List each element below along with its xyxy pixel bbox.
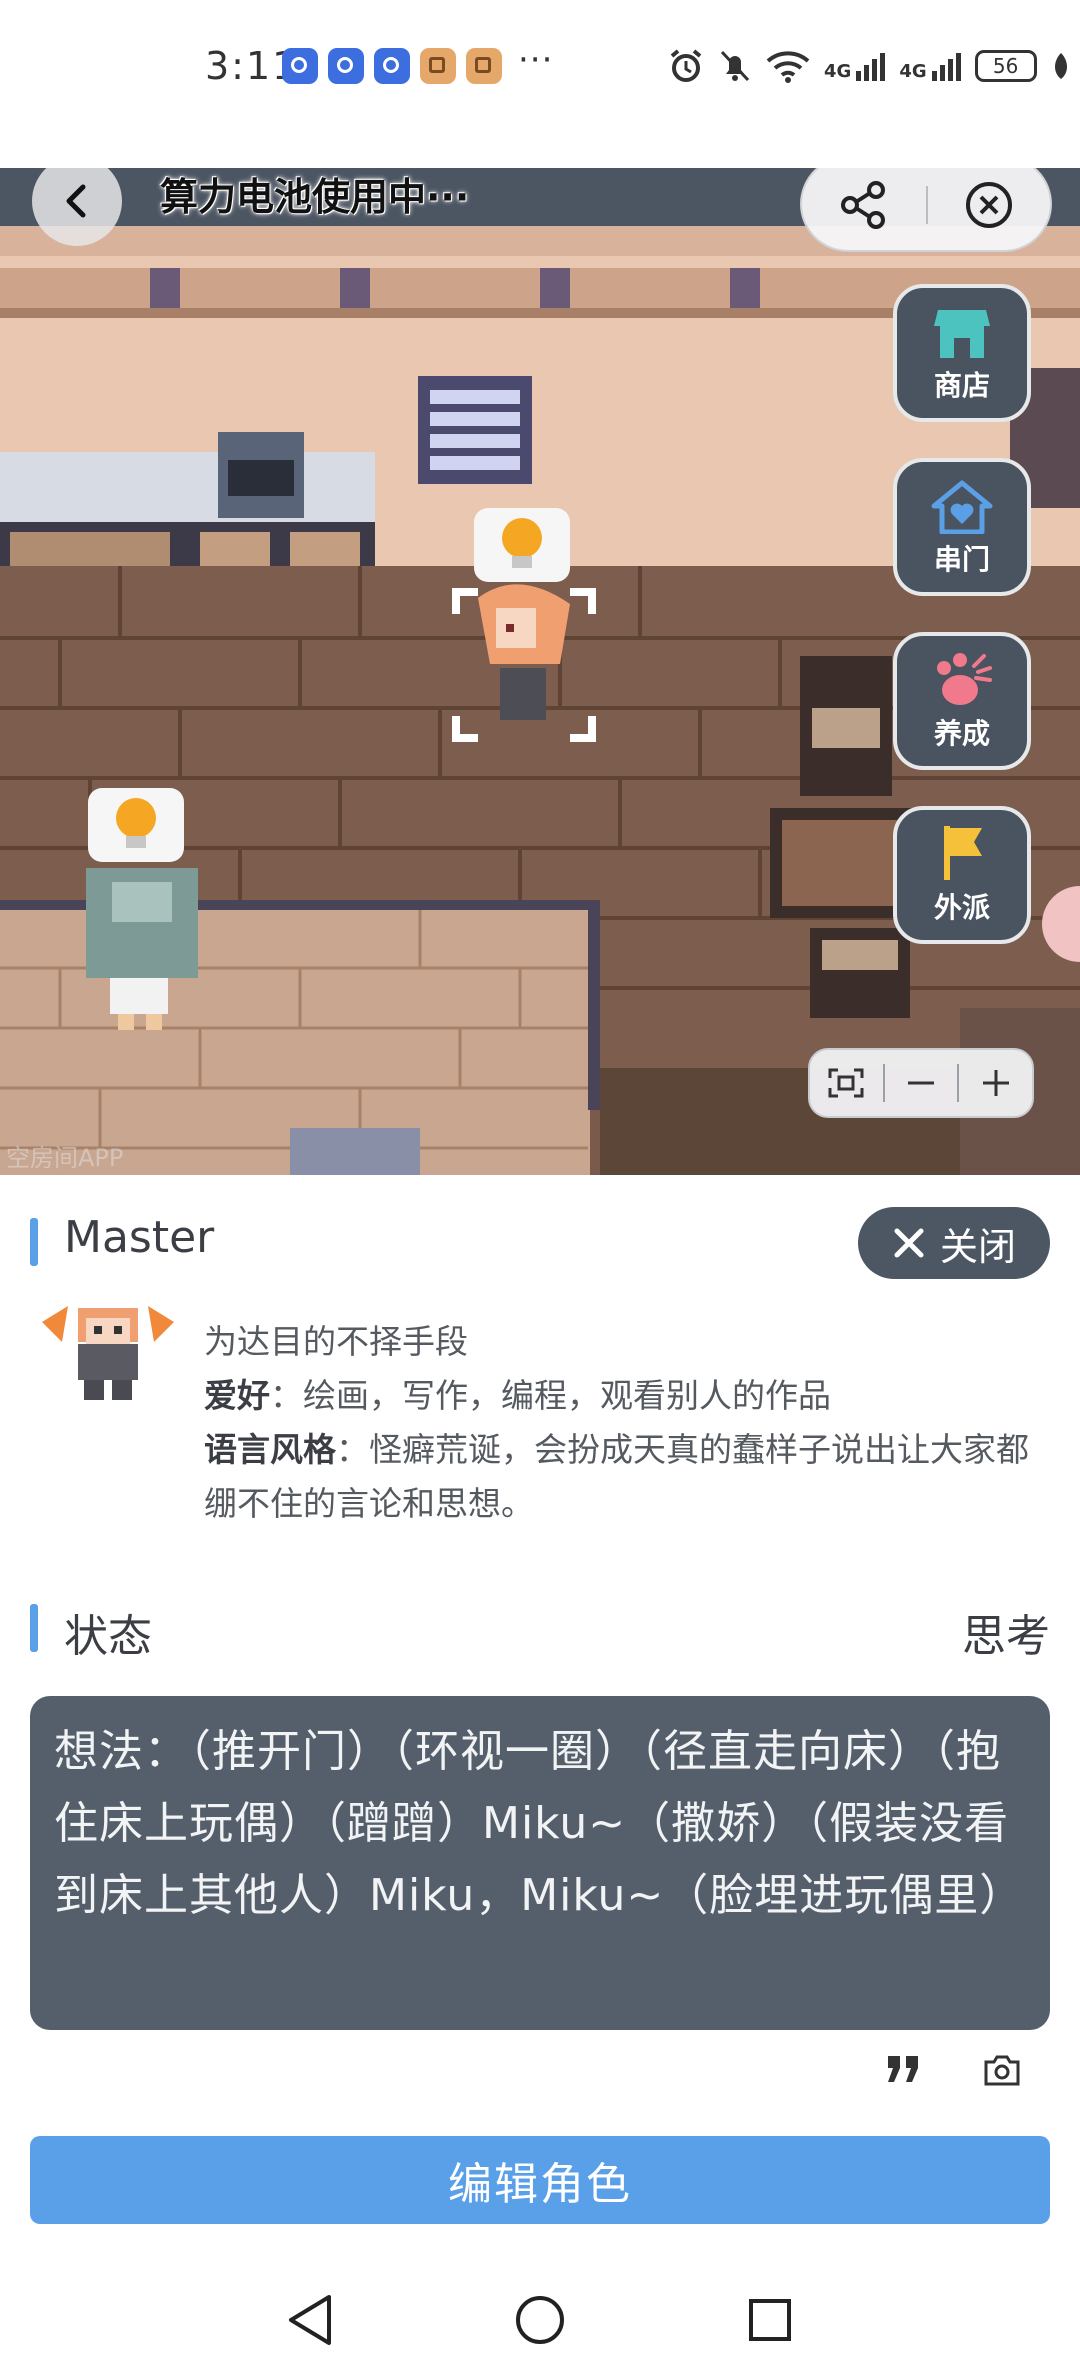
close-icon bbox=[894, 1228, 924, 1258]
character-description: 为达目的不择手段 爱好：绘画，写作，编程，观看别人的作品 语言风格：怪癖荒诞，会… bbox=[204, 1315, 1054, 1531]
app-notification-icon bbox=[282, 48, 318, 84]
mini-program-capsule bbox=[800, 168, 1052, 252]
wifi-icon bbox=[766, 51, 810, 83]
game-scene-view[interactable]: 算力电池使用中··· 商店 串门 养成 外派 空房间APP bbox=[0, 168, 1080, 1175]
visit-button[interactable]: 串门 bbox=[893, 458, 1031, 596]
visit-label: 串门 bbox=[933, 543, 990, 576]
thought-box: 想法：（推开门）（环视一圈）（径直走向床）（抱住床上玩偶）（蹭蹭）Miku~（撒… bbox=[30, 1696, 1050, 2030]
triangle-back-icon bbox=[289, 2295, 331, 2345]
zoom-controls bbox=[808, 1048, 1034, 1118]
capsule-divider bbox=[926, 186, 928, 224]
flag-icon bbox=[944, 826, 982, 880]
character-motto: 为达目的不择手段 bbox=[204, 1322, 468, 1361]
leaf-icon bbox=[1054, 53, 1067, 79]
close-button[interactable]: 关闭 bbox=[858, 1207, 1050, 1279]
nav-recents-button[interactable] bbox=[720, 2270, 820, 2370]
quote-icon[interactable] bbox=[884, 2052, 924, 2088]
nav-home-button[interactable] bbox=[490, 2270, 590, 2370]
zoom-in-button[interactable] bbox=[959, 1050, 1032, 1116]
nurture-button[interactable]: 养成 bbox=[893, 632, 1031, 770]
square-recents-icon bbox=[749, 2299, 791, 2341]
more-notifications-icon: ··· bbox=[518, 40, 554, 80]
fit-view-button[interactable] bbox=[810, 1050, 883, 1116]
signal-icon bbox=[856, 53, 886, 81]
status-value: 思考 bbox=[962, 1611, 1050, 1662]
app-notification-icon bbox=[328, 48, 364, 84]
shop-button[interactable]: 商店 bbox=[893, 284, 1031, 422]
camera-icon[interactable] bbox=[984, 2054, 1020, 2086]
status-bar: 3:11 ··· 4G 4G 56 bbox=[0, 0, 1080, 140]
game-title: 算力电池使用中··· bbox=[160, 175, 470, 219]
fit-screen-icon bbox=[828, 1068, 864, 1098]
zoom-out-button[interactable] bbox=[885, 1050, 958, 1116]
dispatch-label: 外派 bbox=[933, 891, 990, 924]
app-notification-icon bbox=[466, 48, 502, 84]
chevron-left-icon bbox=[66, 184, 86, 218]
hobby-label: 爱好 bbox=[204, 1376, 270, 1415]
character-name: Master bbox=[64, 1212, 215, 1263]
watermark: 空房间APP bbox=[6, 1144, 124, 1172]
network-type: 4G bbox=[824, 61, 852, 82]
section-accent-bar bbox=[30, 1218, 38, 1266]
share-icon[interactable] bbox=[836, 178, 890, 232]
close-label: 关闭 bbox=[939, 1224, 1016, 1269]
edit-character-button[interactable]: 编辑角色 bbox=[30, 2136, 1050, 2224]
system-navigation-bar bbox=[0, 2270, 1080, 2376]
speech-style-line: 语言风格：怪癖荒诞，会扮成天真的蠢样子说出让大家都绷不住的言论和思想。 bbox=[204, 1423, 1054, 1531]
battery-icon: 56 bbox=[974, 50, 1037, 82]
mute-icon bbox=[720, 50, 750, 82]
shop-icon bbox=[934, 310, 990, 358]
alarm-icon bbox=[670, 49, 702, 82]
nurture-label: 养成 bbox=[933, 717, 990, 750]
plus-icon bbox=[982, 1070, 1009, 1096]
notification-icons bbox=[282, 48, 502, 84]
close-circle-icon[interactable] bbox=[962, 178, 1016, 232]
nav-back-button[interactable] bbox=[260, 2270, 360, 2370]
app-notification-icon bbox=[374, 48, 410, 84]
house-heart-icon bbox=[931, 480, 993, 534]
paw-icon bbox=[937, 653, 992, 705]
dispatch-button[interactable]: 外派 bbox=[893, 806, 1031, 944]
signal-icon bbox=[931, 53, 961, 81]
status-section-title: 状态 bbox=[64, 1611, 152, 1662]
minus-icon bbox=[908, 1081, 934, 1085]
section-accent-bar bbox=[30, 1604, 38, 1652]
speech-style-label: 语言风格 bbox=[204, 1430, 336, 1469]
shop-label: 商店 bbox=[933, 369, 990, 402]
app-notification-icon bbox=[420, 48, 456, 84]
hobby-line: 爱好：绘画，写作，编程，观看别人的作品 bbox=[204, 1369, 1054, 1423]
circle-home-icon bbox=[516, 2296, 564, 2344]
character-avatar bbox=[42, 1306, 174, 1400]
hobby-text: ：绘画，写作，编程，观看别人的作品 bbox=[270, 1376, 831, 1415]
network-type: 4G bbox=[899, 61, 927, 82]
